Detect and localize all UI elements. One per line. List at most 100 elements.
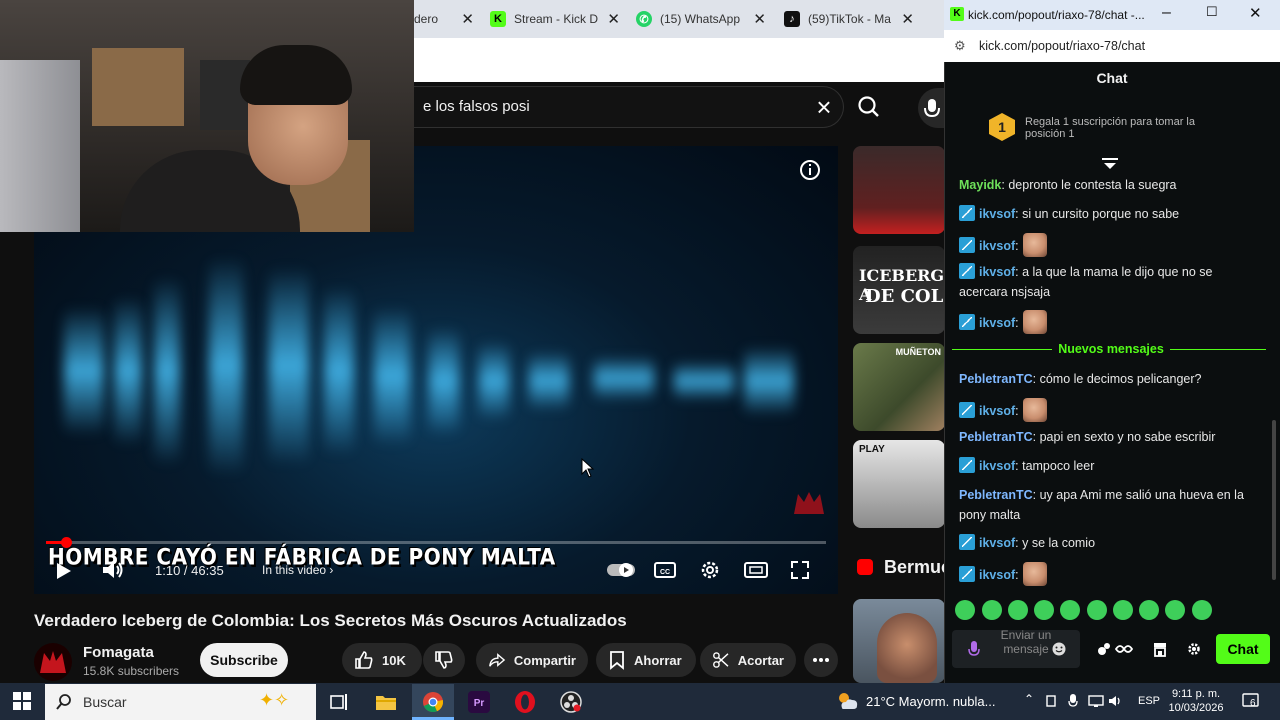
browser-tab[interactable]: K Stream - Kick D ✕: [490, 4, 628, 34]
volume-icon[interactable]: [1108, 694, 1124, 708]
search-query-text[interactable]: e los falsos posi: [423, 98, 530, 115]
play-icon[interactable]: [52, 560, 74, 582]
more-actions-button[interactable]: [804, 643, 838, 677]
send-chat-button[interactable]: Chat: [1216, 634, 1270, 664]
task-view-icon[interactable]: [328, 690, 352, 714]
settings-gear-icon[interactable]: [699, 559, 721, 581]
site-info-icon[interactable]: ⚙: [954, 38, 966, 54]
save-button[interactable]: Ahorrar: [596, 643, 696, 677]
subscribe-button[interactable]: Subscribe: [200, 643, 288, 677]
channel-name[interactable]: Fomagata: [83, 644, 154, 661]
dislike-button[interactable]: [423, 643, 465, 677]
sub-badge-icon: [959, 263, 975, 279]
whatsapp-icon: ✆: [636, 11, 652, 27]
share-icon: [489, 653, 506, 667]
taskbar-search-box[interactable]: Buscar ✦✧: [45, 684, 316, 720]
clear-search-icon[interactable]: ×: [812, 94, 836, 120]
opera-icon[interactable]: [513, 690, 537, 714]
recommended-thumb-2[interactable]: ICEBERG A DE COL: [853, 246, 945, 334]
close-tab-icon[interactable]: ✕: [607, 10, 620, 28]
chat-message: ikvsof:: [959, 562, 1259, 586]
store-icon[interactable]: [1152, 641, 1168, 657]
browser-tab[interactable]: ♪ (59)TikTok - Ma ✕: [784, 4, 922, 34]
thumbs-up-icon: [355, 651, 373, 669]
recommended-thumb-4[interactable]: PLAY: [853, 440, 945, 528]
gift-rank-badge: 1: [988, 112, 1016, 142]
close-icon[interactable]: ✕: [1249, 4, 1262, 22]
voice-search-button[interactable]: [918, 88, 944, 128]
weather-text[interactable]: 21°C Mayorm. nubla...: [866, 694, 995, 709]
face-emote-icon: [1022, 310, 1047, 334]
meet-now-icon[interactable]: [1046, 694, 1058, 708]
channel-points-icon[interactable]: [1096, 641, 1134, 657]
recommended-thumb-1[interactable]: [853, 146, 945, 234]
browser-tab[interactable]: ✆ (15) WhatsApp ✕: [636, 4, 774, 34]
emote-icon[interactable]: [1192, 600, 1212, 620]
recommended-thumb-5[interactable]: [853, 599, 945, 683]
theater-mode-icon[interactable]: [744, 560, 768, 580]
emote-icon[interactable]: [1087, 600, 1107, 620]
emote-icon[interactable]: [1008, 600, 1028, 620]
face-emote-icon: [1022, 562, 1047, 586]
emote-icon[interactable]: [1165, 600, 1185, 620]
fullscreen-icon[interactable]: [790, 560, 810, 580]
file-explorer-icon[interactable]: [374, 690, 398, 714]
chrome-icon[interactable]: [421, 690, 445, 714]
info-icon[interactable]: [798, 158, 822, 182]
channel-avatar[interactable]: [34, 643, 72, 681]
chat-settings-icon[interactable]: [1187, 642, 1201, 656]
language-indicator[interactable]: ESP: [1138, 695, 1160, 707]
clip-button[interactable]: Acortar: [700, 643, 796, 677]
like-button[interactable]: 10K: [342, 643, 422, 677]
emoji-icon[interactable]: [1052, 642, 1066, 656]
close-tab-icon[interactable]: ✕: [461, 10, 474, 28]
pinned-collapse-icon[interactable]: [1101, 157, 1119, 171]
svg-text:Pr: Pr: [474, 698, 485, 709]
bookmark-icon: [610, 651, 624, 670]
sub-badge-icon: [959, 205, 975, 221]
microphone-icon[interactable]: [1068, 693, 1078, 709]
obs-icon[interactable]: [559, 690, 583, 714]
emote-icon[interactable]: [1139, 600, 1159, 620]
recommended-section-title: Bermuc: [884, 557, 952, 577]
sub-badge-icon: [959, 314, 975, 330]
chat-message-input[interactable]: Enviar un mensaje: [952, 628, 1080, 668]
autoplay-toggle[interactable]: [606, 562, 636, 578]
new-messages-divider: [1170, 349, 1266, 350]
close-tab-icon[interactable]: ✕: [753, 10, 766, 28]
volume-icon[interactable]: [100, 558, 126, 582]
chat-address-bar[interactable]: ⚙ kick.com/popout/riaxo-78/chat: [944, 30, 1280, 62]
emote-icon[interactable]: [1060, 600, 1080, 620]
microphone-icon[interactable]: [968, 640, 980, 658]
chat-message: ikvsof: a la que la mama le dijo que no …: [959, 263, 1213, 299]
captions-icon[interactable]: CC: [654, 560, 676, 580]
youtube-icon: [857, 559, 873, 575]
sub-badge-icon: [959, 402, 975, 418]
windows-start-icon[interactable]: [13, 692, 31, 710]
emote-icon[interactable]: [1113, 600, 1133, 620]
tray-chevron-icon[interactable]: ⌃: [1024, 692, 1034, 706]
recommended-thumb-3[interactable]: MUÑETON: [853, 343, 945, 431]
emote-icon[interactable]: [1034, 600, 1054, 620]
sub-badge-icon: [959, 566, 975, 582]
in-this-video-link[interactable]: In this video ›: [262, 563, 333, 577]
chat-scrollbar[interactable]: [1272, 420, 1276, 580]
close-tab-icon[interactable]: ✕: [901, 10, 914, 28]
like-count: 10K: [382, 652, 406, 668]
share-button[interactable]: Compartir: [476, 643, 588, 677]
emote-icon[interactable]: [982, 600, 1002, 620]
emote-icon[interactable]: [955, 600, 975, 620]
premiere-pro-icon[interactable]: Pr: [467, 690, 491, 714]
webcam-overlay: [0, 0, 414, 232]
minimize-icon[interactable]: –: [1162, 4, 1171, 22]
sub-badge-icon: [959, 534, 975, 550]
search-icon[interactable]: [848, 86, 890, 128]
thumbs-down-icon: [435, 651, 453, 669]
new-messages-divider: [952, 349, 1052, 350]
maximize-icon[interactable]: ☐: [1206, 4, 1218, 20]
gift-subscription-prompt[interactable]: Regala 1 suscripción para tomar la posic…: [1025, 116, 1215, 140]
weather-icon[interactable]: [836, 690, 860, 712]
network-icon[interactable]: [1088, 694, 1104, 708]
browser-tab[interactable]: dero ✕: [414, 4, 482, 34]
taskbar-clock[interactable]: 9:11 p. m. 10/03/2026: [1166, 687, 1226, 715]
